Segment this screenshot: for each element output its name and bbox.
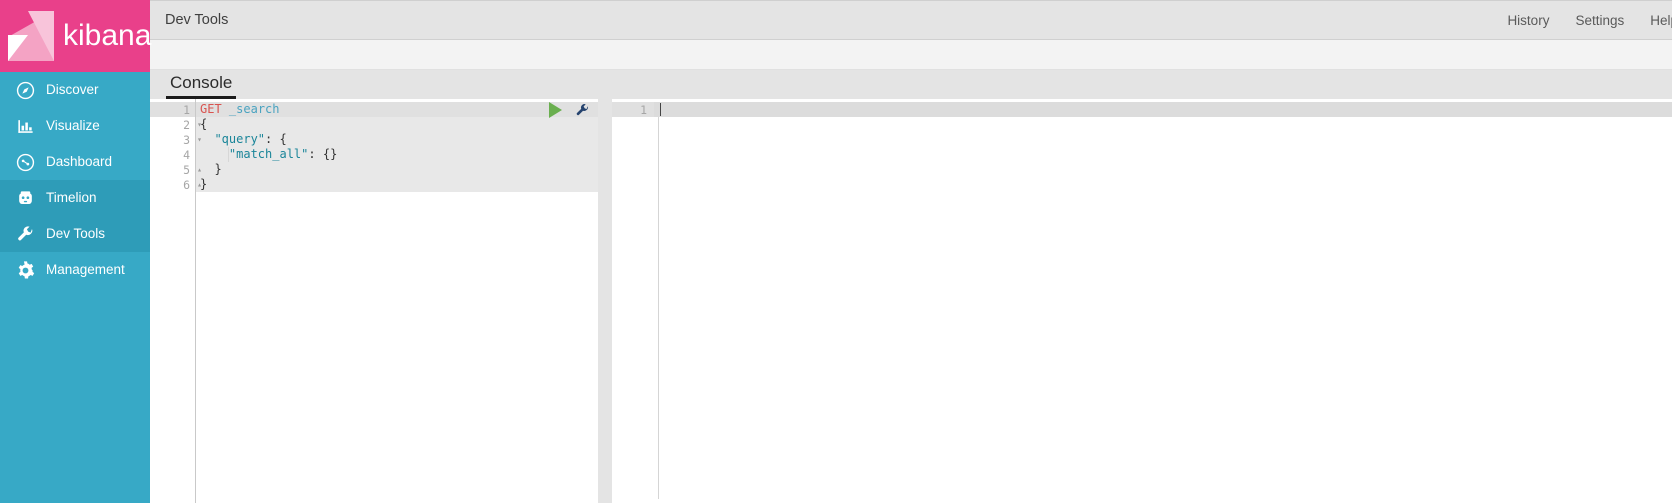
sidebar-item-timelion[interactable]: Timelion <box>0 180 150 216</box>
global-nav-sidebar: kibana Discover Visualize Dashboard Time… <box>0 0 152 503</box>
play-triangle-icon[interactable] <box>549 102 562 118</box>
gutter-line-1: 1 <box>150 102 195 117</box>
gutter-line-3: 3 ▾ <box>150 132 202 147</box>
sidebar-item-dashboard[interactable]: Dashboard <box>0 144 150 180</box>
sidebar-item-label: Dev Tools <box>46 225 106 241</box>
topbar-link-settings[interactable]: Settings <box>1575 14 1624 28</box>
sidebar-item-discover[interactable]: Discover <box>0 72 150 108</box>
gutter-line-4: 4 <box>183 147 190 162</box>
gutter-line-6: 6 ▴ <box>150 177 202 192</box>
gutter-line-5: 5 ▴ <box>150 162 202 177</box>
wrench-icon <box>12 221 38 247</box>
page-title: Dev Tools <box>165 11 229 28</box>
code-line-4: "match_all": {} <box>228 147 338 162</box>
bar-chart-icon <box>12 113 38 139</box>
request-editor-pane[interactable]: 1 2 ▾ 3 ▾ 4 5 ▴ 6 ▴ GET _search {"query… <box>150 99 598 503</box>
text-cursor <box>660 103 661 116</box>
request-path: _search <box>228 102 280 116</box>
response-line-1 <box>654 102 1672 117</box>
sidebar-item-management[interactable]: Management <box>0 252 150 288</box>
editor-gutter: 1 2 ▾ 3 ▾ 4 5 ▴ 6 ▴ <box>150 99 202 503</box>
gutter-line-2: 2 ▾ <box>150 117 202 132</box>
app-topbar: Dev Tools History Settings Help <box>150 0 1672 40</box>
console-tabbar: Console <box>150 70 1672 99</box>
compass-icon <box>12 77 38 103</box>
dashboard-icon <box>12 149 38 175</box>
response-indent-guide <box>658 117 659 499</box>
kibana-logo[interactable]: kibana <box>0 0 152 72</box>
code-line-3: "query": { <box>214 132 287 146</box>
indent-guide <box>228 147 229 162</box>
code-line-2: { <box>200 117 208 131</box>
main-region: Dev Tools History Settings Help Console … <box>150 0 1672 503</box>
json-key: "match_all" <box>228 147 309 161</box>
topbar-link-help[interactable]: Help <box>1650 14 1672 28</box>
panel-splitter[interactable] <box>598 99 612 503</box>
sidebar-item-label: Timelion <box>46 189 97 205</box>
response-code-area[interactable] <box>654 99 1672 503</box>
sidebar-item-label: Visualize <box>46 117 100 133</box>
code-line-6: } <box>200 177 208 191</box>
topbar-link-history[interactable]: History <box>1507 14 1549 28</box>
console-body: 1 2 ▾ 3 ▾ 4 5 ▴ 6 ▴ GET _search {"query… <box>150 99 1672 503</box>
response-gutter-line-1: 1 <box>612 102 654 117</box>
request-actions <box>548 102 598 118</box>
sidebar-item-visualize[interactable]: Visualize <box>0 108 150 144</box>
json-key: "query" <box>214 132 266 146</box>
sidebar-item-label: Discover <box>46 81 99 97</box>
kibana-k-logo-icon <box>8 11 54 61</box>
code-line-5: } <box>200 162 222 176</box>
tab-console[interactable]: Console <box>166 74 237 99</box>
topbar-links: History Settings Help <box>1481 1 1672 41</box>
sidebar-item-label: Dashboard <box>46 153 113 169</box>
wrench-settings-icon[interactable] <box>574 102 590 118</box>
kibana-app: kibana Discover Visualize Dashboard Time… <box>0 0 1672 503</box>
gear-icon <box>12 257 38 283</box>
topbar-spacer <box>150 40 1672 70</box>
response-pane[interactable]: 1 <box>612 99 1672 503</box>
kibana-logo-text: kibana <box>63 19 152 52</box>
sidebar-item-label: Management <box>46 261 125 277</box>
response-gutter: 1 <box>612 99 654 503</box>
http-method: GET <box>200 102 222 116</box>
timelion-icon <box>12 185 38 211</box>
editor-code-area[interactable]: GET _search { "query": { "match_all": {}… <box>196 99 598 503</box>
sidebar-item-dev-tools[interactable]: Dev Tools <box>0 216 150 252</box>
code-line-1: GET _search <box>196 102 598 117</box>
